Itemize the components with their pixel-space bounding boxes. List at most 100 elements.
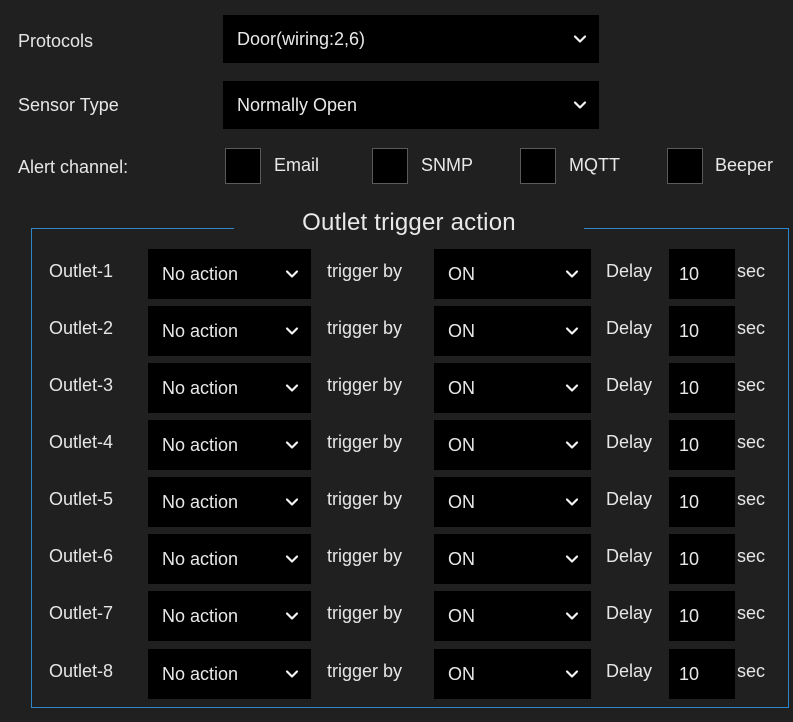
snmp-checkbox[interactable]: [372, 148, 408, 184]
seconds-label: sec: [737, 603, 766, 623]
email-checkbox-label: Email: [274, 155, 320, 175]
outlet-action-select[interactable]: No action: [148, 249, 311, 299]
chevron-down-icon: [283, 436, 301, 454]
seconds-label: sec: [737, 546, 766, 566]
chevron-down-icon: [563, 550, 581, 568]
trigger-value: ON: [448, 491, 475, 512]
chevron-down-icon: [563, 322, 581, 340]
trigger-by-label: trigger by: [327, 603, 403, 623]
trigger-select[interactable]: ON: [434, 534, 591, 584]
chevron-down-icon: [563, 379, 581, 397]
trigger-by-label: trigger by: [327, 318, 403, 338]
outlet-row: Outlet-5 No action trigger by ON Delay 1…: [0, 477, 793, 527]
outlet-action-select[interactable]: No action: [148, 477, 311, 527]
alert-channel-label: Alert channel:: [18, 157, 129, 177]
trigger-select[interactable]: ON: [434, 420, 591, 470]
trigger-select[interactable]: ON: [434, 363, 591, 413]
outlet-action-select[interactable]: No action: [148, 420, 311, 470]
protocols-label: Protocols: [18, 31, 94, 51]
delay-input[interactable]: 10: [669, 306, 735, 356]
protocols-value: Door(wiring:2,6): [237, 28, 366, 49]
outlet-action-select[interactable]: No action: [148, 306, 311, 356]
trigger-value: ON: [448, 434, 475, 455]
chevron-down-icon: [283, 265, 301, 283]
chevron-down-icon: [283, 607, 301, 625]
outlet-action-select[interactable]: No action: [148, 591, 311, 641]
trigger-value: ON: [448, 320, 475, 341]
outlet-name: Outlet-6: [49, 546, 114, 566]
outlet-action-value: No action: [162, 491, 239, 512]
chevron-down-icon: [563, 493, 581, 511]
outlet-row: Outlet-8 No action trigger by ON Delay 1…: [0, 649, 793, 699]
trigger-select[interactable]: ON: [434, 591, 591, 641]
delay-label: Delay: [606, 432, 653, 452]
delay-input[interactable]: 10: [669, 363, 735, 413]
chevron-down-icon: [283, 665, 301, 683]
protocols-select[interactable]: Door(wiring:2,6): [223, 15, 599, 63]
outlet-action-value: No action: [162, 548, 239, 569]
trigger-value: ON: [448, 605, 475, 626]
delay-input[interactable]: 10: [669, 591, 735, 641]
outlet-row: Outlet-3 No action trigger by ON Delay 1…: [0, 363, 793, 413]
chevron-down-icon: [283, 379, 301, 397]
outlet-action-select[interactable]: No action: [148, 534, 311, 584]
outlet-action-select[interactable]: No action: [148, 363, 311, 413]
sensor-type-label: Sensor Type: [18, 95, 119, 115]
outlet-action-value: No action: [162, 605, 239, 626]
trigger-by-label: trigger by: [327, 489, 403, 509]
seconds-label: sec: [737, 375, 766, 395]
trigger-value: ON: [448, 263, 475, 284]
chevron-down-icon: [563, 265, 581, 283]
trigger-select[interactable]: ON: [434, 477, 591, 527]
trigger-by-label: trigger by: [327, 432, 403, 452]
trigger-select[interactable]: ON: [434, 649, 591, 699]
chevron-down-icon: [283, 493, 301, 511]
outlet-trigger-title: Outlet trigger action: [234, 203, 584, 243]
sensor-type-select[interactable]: Normally Open: [223, 81, 599, 129]
outlet-action-value: No action: [162, 434, 239, 455]
outlet-name: Outlet-5: [49, 489, 114, 509]
delay-label: Delay: [606, 318, 653, 338]
outlet-action-value: No action: [162, 263, 239, 284]
mqtt-checkbox[interactable]: [520, 148, 556, 184]
beeper-checkbox-label: Beeper: [715, 155, 774, 175]
delay-input[interactable]: 10: [669, 649, 735, 699]
outlet-action-value: No action: [162, 320, 239, 341]
trigger-value: ON: [448, 548, 475, 569]
delay-input[interactable]: 10: [669, 534, 735, 584]
trigger-by-label: trigger by: [327, 546, 403, 566]
beeper-checkbox[interactable]: [667, 148, 703, 184]
chevron-down-icon: [571, 30, 589, 48]
outlet-action-value: No action: [162, 377, 239, 398]
alert-settings-panel: Protocols Door(wiring:2,6) Sensor Type N…: [0, 0, 793, 722]
delay-input[interactable]: 10: [669, 249, 735, 299]
outlet-action-select[interactable]: No action: [148, 649, 311, 699]
delay-label: Delay: [606, 261, 653, 281]
outlet-name: Outlet-2: [49, 318, 114, 338]
chevron-down-icon: [563, 665, 581, 683]
outlet-row: Outlet-4 No action trigger by ON Delay 1…: [0, 420, 793, 470]
delay-label: Delay: [606, 661, 653, 681]
delay-input[interactable]: 10: [669, 477, 735, 527]
trigger-by-label: trigger by: [327, 375, 403, 395]
outlet-row: Outlet-7 No action trigger by ON Delay 1…: [0, 591, 793, 641]
trigger-by-label: trigger by: [327, 661, 403, 681]
trigger-value: ON: [448, 663, 475, 684]
outlet-name: Outlet-7: [49, 603, 114, 623]
seconds-label: sec: [737, 318, 766, 338]
seconds-label: sec: [737, 489, 766, 509]
trigger-select[interactable]: ON: [434, 249, 591, 299]
chevron-down-icon: [283, 550, 301, 568]
mqtt-checkbox-label: MQTT: [569, 155, 620, 175]
outlet-name: Outlet-3: [49, 375, 114, 395]
seconds-label: sec: [737, 432, 766, 452]
outlet-action-value: No action: [162, 663, 239, 684]
email-checkbox[interactable]: [225, 148, 261, 184]
trigger-select[interactable]: ON: [434, 306, 591, 356]
chevron-down-icon: [563, 436, 581, 454]
chevron-down-icon: [283, 322, 301, 340]
trigger-value: ON: [448, 377, 475, 398]
outlet-row: Outlet-6 No action trigger by ON Delay 1…: [0, 534, 793, 584]
outlet-row: Outlet-2 No action trigger by ON Delay 1…: [0, 306, 793, 356]
delay-input[interactable]: 10: [669, 420, 735, 470]
